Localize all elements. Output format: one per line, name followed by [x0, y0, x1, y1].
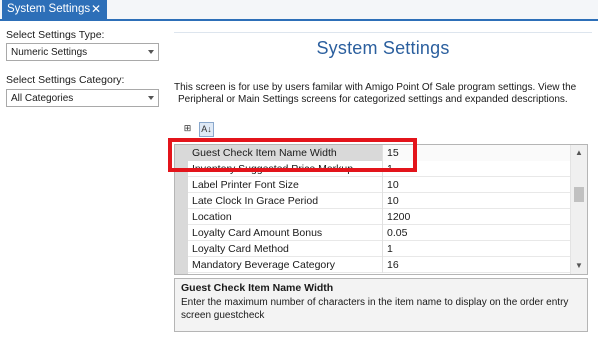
help-pane: Guest Check Item Name Width Enter the ma… — [174, 278, 588, 332]
chevron-down-icon — [148, 96, 154, 100]
page-description: This screen is for use by users familar … — [174, 82, 592, 106]
property-name: Late Clock In Grace Period — [188, 193, 383, 209]
property-value[interactable]: 1200 — [383, 209, 571, 225]
grid-row[interactable]: Mandatory Beverage Category 16 — [188, 257, 571, 273]
settings-category-value: All Categories — [11, 93, 74, 104]
property-value[interactable]: 16 — [383, 257, 571, 273]
settings-type-value: Numeric Settings — [11, 47, 88, 58]
close-icon[interactable]: ✕ — [91, 2, 101, 16]
grid-row[interactable]: Label Printer Font Size 10 — [188, 177, 571, 193]
scrollbar-thumb[interactable] — [574, 187, 584, 202]
grid-row[interactable]: Late Clock In Grace Period 10 — [188, 193, 571, 209]
settings-type-dropdown[interactable]: Numeric Settings — [6, 43, 159, 61]
tab-label: System Settings — [7, 3, 91, 15]
property-name: Inventory Suggested Price Markup — [188, 161, 383, 177]
scroll-down-icon[interactable]: ▼ — [571, 259, 587, 273]
property-name: Loyalty Card Amount Bonus — [188, 225, 383, 241]
tab-strip: System Settings ✕ — [0, 0, 598, 21]
description-line-1: This screen is for use by users familar … — [174, 82, 577, 93]
grid-row[interactable]: Inventory Suggested Price Markup 1 — [188, 161, 571, 177]
scroll-up-icon[interactable]: ▲ — [571, 146, 587, 160]
property-name: Loyalty Card Method — [188, 241, 383, 257]
header-divider — [174, 32, 592, 33]
grid-gutter — [175, 145, 188, 274]
property-value[interactable]: 15 — [383, 145, 571, 161]
property-value[interactable]: 1 — [383, 161, 571, 177]
help-text: Enter the maximum number of characters i… — [181, 297, 569, 321]
description-line-2: Peripheral or Main Settings screens for … — [178, 94, 568, 105]
grid-row[interactable]: Location 1200 — [188, 209, 571, 225]
chevron-down-icon — [148, 50, 154, 54]
help-title: Guest Check Item Name Width — [181, 282, 334, 294]
property-name: Location — [188, 209, 383, 225]
property-name: Guest Check Item Name Width — [188, 145, 383, 161]
tab-system-settings[interactable]: System Settings ✕ — [2, 0, 107, 19]
property-value[interactable]: 10 — [383, 177, 571, 193]
grid-row[interactable]: Loyalty Card Method 1 — [188, 241, 571, 257]
property-name: Mandatory Beverage Category — [188, 257, 383, 273]
settings-category-label: Select Settings Category: — [6, 74, 125, 86]
grid-scrollbar[interactable]: ▲ ▼ — [570, 145, 587, 274]
property-value[interactable]: 10 — [383, 193, 571, 209]
page-title: System Settings — [316, 38, 450, 58]
grid-row[interactable]: Loyalty Card Amount Bonus 0.05 — [188, 225, 571, 241]
property-grid: Guest Check Item Name Width 15 Inventory… — [174, 144, 588, 275]
alphabetical-sort-icon[interactable]: A↓ — [199, 122, 214, 137]
grid-row[interactable]: Guest Check Item Name Width 15 — [188, 145, 571, 161]
property-value[interactable]: 0.05 — [383, 225, 571, 241]
categorized-view-icon[interactable]: ⊞ — [180, 122, 195, 137]
property-value[interactable]: 1 — [383, 241, 571, 257]
property-name: Label Printer Font Size — [188, 177, 383, 193]
settings-type-label: Select Settings Type: — [6, 29, 105, 41]
settings-category-dropdown[interactable]: All Categories — [6, 89, 159, 107]
